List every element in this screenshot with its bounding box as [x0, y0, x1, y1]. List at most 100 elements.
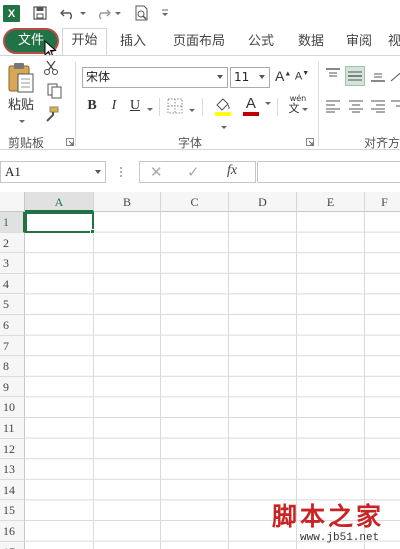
row-header-10[interactable]: 10 [0, 397, 25, 418]
worksheet-grid: ABCDEF 1234567891011121314151617 [0, 192, 400, 549]
formula-input[interactable] [257, 161, 400, 183]
top-align-button[interactable] [324, 68, 342, 86]
column-header-c[interactable]: C [161, 192, 229, 212]
row-header-2[interactable]: 2 [0, 232, 25, 254]
indent-button[interactable] [390, 99, 400, 115]
phonetic-guide-button[interactable]: wén 文 [283, 94, 313, 118]
align-top-icon [326, 68, 340, 77]
tab-page-layout[interactable]: 页面布局 [163, 31, 235, 53]
align-left-button[interactable] [324, 99, 342, 115]
group-separator [318, 62, 319, 146]
column-header-b[interactable]: B [94, 192, 161, 212]
print-preview-icon[interactable] [133, 4, 151, 22]
alignment-group-label: 对齐方 [364, 136, 400, 150]
align-right-button[interactable] [369, 99, 387, 115]
format-painter-button[interactable] [42, 106, 60, 124]
watermark: 脚本之家 www.jb51.net [272, 497, 400, 549]
clipboard-group-label: 剪贴板 [8, 136, 45, 150]
font-name-value: 宋体 [86, 70, 111, 84]
fill-handle[interactable] [90, 229, 95, 234]
ribbon-home: 粘贴 剪贴板 宋体 11 A▲ A▼ B I U A wén 文 字体 对齐方 [0, 55, 400, 150]
row-header-1[interactable]: 1 [0, 212, 25, 233]
column-header-a[interactable]: A [25, 192, 94, 212]
align-left-icon [326, 100, 340, 113]
fill-color-button[interactable] [208, 96, 238, 129]
row-header-8[interactable]: 8 [0, 356, 25, 377]
enter-icon[interactable]: ✓ [187, 163, 200, 181]
row-header-12[interactable]: 12 [0, 438, 25, 460]
grow-font-button[interactable]: A▲ [275, 68, 291, 88]
column-header-f[interactable]: F [365, 192, 400, 212]
row-header-16[interactable]: 16 [0, 521, 25, 542]
clipboard-launcher-icon[interactable] [66, 138, 74, 146]
row-header-3[interactable]: 3 [0, 253, 25, 274]
tab-view[interactable]: 视 [388, 31, 400, 53]
redo-icon[interactable] [95, 4, 111, 22]
align-center-icon [349, 100, 363, 113]
italic-button[interactable]: I [107, 98, 121, 114]
paste-dropdown-icon[interactable] [19, 120, 25, 123]
copy-button[interactable] [42, 83, 68, 112]
shrink-font-button[interactable]: A▼ [294, 70, 310, 88]
row-header-17[interactable]: 17 [0, 541, 25, 549]
select-all-corner[interactable] [0, 192, 25, 212]
customize-qat-icon[interactable] [160, 4, 170, 22]
middle-align-button[interactable] [345, 66, 365, 86]
align-right-icon [371, 100, 385, 113]
formula-bar-grip-icon[interactable] [119, 165, 123, 179]
save-icon[interactable] [32, 4, 48, 22]
paste-button[interactable]: 粘贴 [4, 62, 38, 126]
bold-button[interactable]: B [85, 98, 99, 114]
tab-home[interactable]: 开始 [62, 28, 107, 55]
borders-icon [167, 98, 183, 114]
tab-insert[interactable]: 插入 [112, 31, 154, 53]
scissors-icon [44, 60, 58, 75]
redo-dropdown-icon[interactable] [113, 4, 121, 22]
underline-button[interactable]: U [128, 98, 142, 114]
font-size-value: 11 [234, 70, 250, 84]
borders-button[interactable] [166, 98, 196, 116]
underline-dropdown-icon[interactable] [144, 102, 154, 117]
quick-access-toolbar: X [0, 0, 400, 26]
font-color-button[interactable]: A [242, 96, 272, 118]
tab-review[interactable]: 审阅 [338, 31, 380, 53]
cut-button[interactable] [42, 60, 60, 78]
ribbon-tabs: 文件 开始 插入 页面布局 公式 数据 审阅 视 [0, 26, 400, 55]
row-header-5[interactable]: 5 [0, 294, 25, 315]
tab-formulas[interactable]: 公式 [240, 31, 282, 53]
insert-function-icon[interactable]: fx [227, 163, 237, 179]
column-header-d[interactable]: D [229, 192, 297, 212]
undo-icon[interactable] [60, 4, 76, 22]
excel-logo-icon: X [3, 5, 20, 22]
row-header-14[interactable]: 14 [0, 479, 25, 501]
indent-icon [391, 100, 400, 107]
row-header-6[interactable]: 6 [0, 315, 25, 336]
font-launcher-icon[interactable] [306, 138, 314, 146]
tab-data[interactable]: 数据 [290, 31, 332, 53]
row-header-11[interactable]: 11 [0, 418, 25, 439]
name-box[interactable]: A1 [0, 161, 106, 183]
row-header-13[interactable]: 13 [0, 459, 25, 480]
row-header-7[interactable]: 7 [0, 335, 25, 357]
row-header-4[interactable]: 4 [0, 273, 25, 295]
row-header-15[interactable]: 15 [0, 500, 25, 521]
font-group-label: 字体 [178, 136, 203, 150]
copy-icon [47, 83, 62, 99]
watermark-url: www.jb51.net [300, 532, 380, 544]
align-center-button[interactable] [347, 99, 365, 115]
orientation-icon [390, 72, 400, 82]
paste-label: 粘贴 [7, 98, 34, 113]
undo-dropdown-icon[interactable] [78, 4, 86, 22]
font-size-select[interactable]: 11 [230, 67, 270, 88]
cancel-icon[interactable]: ✕ [150, 163, 163, 181]
bottom-align-button[interactable] [369, 68, 387, 86]
orientation-button[interactable] [390, 68, 400, 86]
formula-buttons: ✕ ✓ fx [139, 161, 256, 183]
formula-bar: A1 ✕ ✓ fx [0, 158, 400, 186]
watermark-title: 脚本之家 [272, 502, 385, 531]
column-header-e[interactable]: E [297, 192, 365, 212]
group-separator [75, 62, 76, 146]
row-header-9[interactable]: 9 [0, 376, 25, 398]
font-name-select[interactable]: 宋体 [82, 67, 228, 88]
active-cell[interactable] [25, 212, 95, 234]
